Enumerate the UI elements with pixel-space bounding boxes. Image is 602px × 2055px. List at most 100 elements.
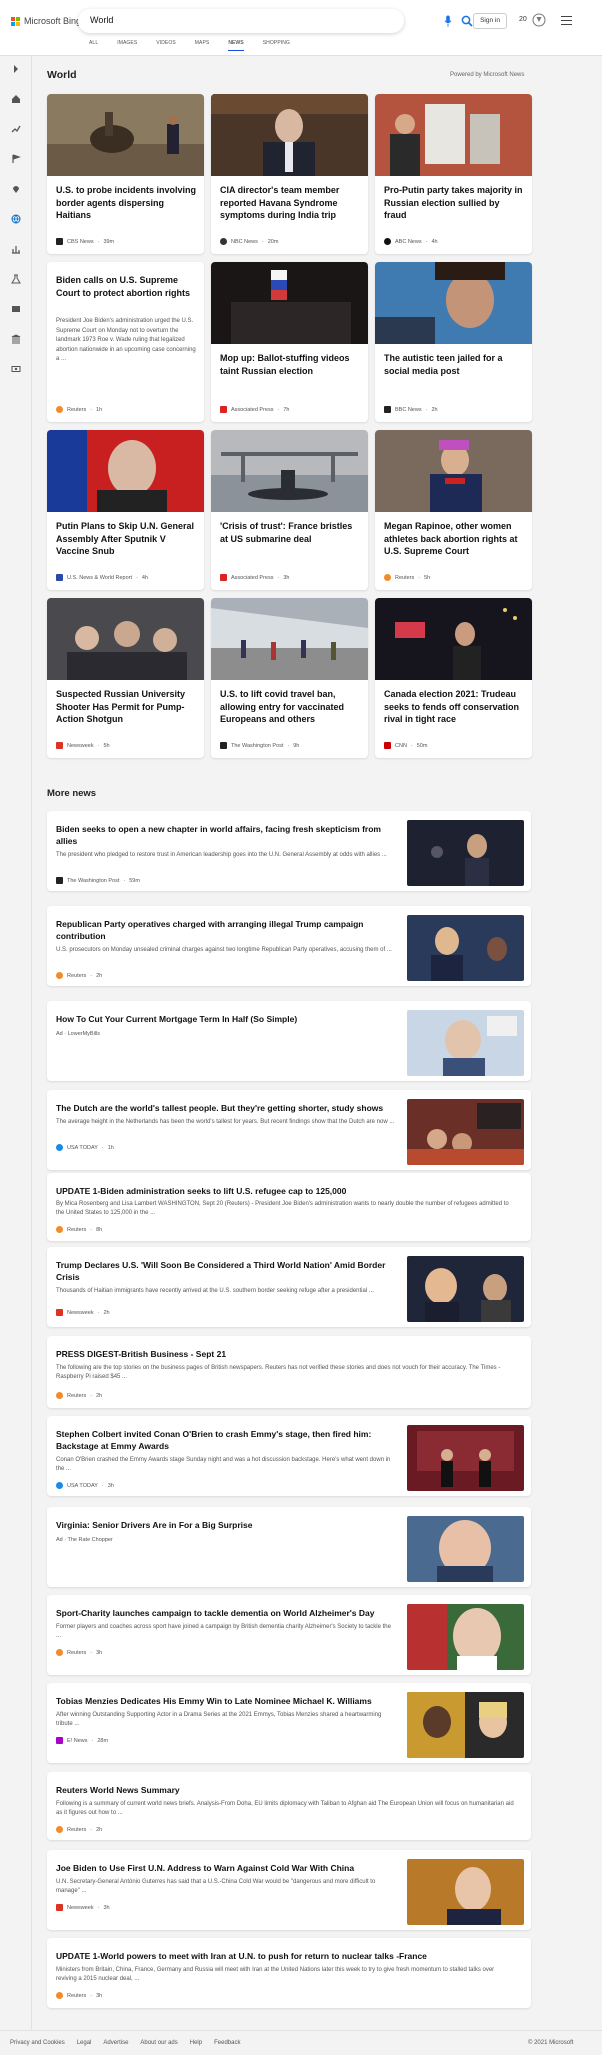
item-title[interactable]: Virginia: Senior Drivers Are in For a Bi… [56,1519,396,1531]
footer-link-feedback[interactable]: Feedback [214,2040,240,2046]
newsweek-logo-icon [56,742,63,749]
more-news-item[interactable]: Biden seeks to open a new chapter in wor… [47,811,531,891]
tab-all[interactable]: ALL [89,40,98,51]
hamburger-menu-icon[interactable] [561,16,572,25]
news-card[interactable]: Megan Rapinoe, other women athletes back… [375,430,532,590]
news-card[interactable]: Biden calls on U.S. Supreme Court to pro… [47,262,204,422]
more-news-item[interactable]: Stephen Colbert invited Conan O'Brien to… [47,1416,531,1496]
ad-item[interactable]: Virginia: Senior Drivers Are in For a Bi… [47,1507,531,1587]
footer: Privacy and Cookies Legal Advertise Abou… [0,2030,602,2055]
footer-link-help[interactable]: Help [190,2040,202,2046]
footer-link-advertise[interactable]: Advertise [103,2040,128,2046]
item-title[interactable]: Sport-Charity launches campaign to tackl… [56,1607,396,1619]
politics-icon[interactable] [11,334,21,344]
tab-shopping[interactable]: SHOPPING [263,40,290,51]
news-card[interactable]: Mop up: Ballot-stuffing videos taint Rus… [211,262,368,422]
search-icon[interactable] [461,15,473,27]
item-title[interactable]: Biden seeks to open a new chapter in wor… [56,823,396,847]
item-snippet: Following is a summary of current world … [56,1801,514,1816]
card-title[interactable]: U.S. to probe incidents involving border… [56,184,196,222]
card-title[interactable]: Suspected Russian University Shooter Has… [56,688,196,726]
entertainment-icon[interactable] [11,304,21,314]
item-title[interactable]: Trump Declares U.S. 'Will Soon Be Consid… [56,1259,396,1283]
card-source: NBC News · 20m [220,238,278,245]
item-title[interactable]: Republican Party operatives charged with… [56,918,396,942]
nbc-news-logo-icon [220,238,227,245]
card-title[interactable]: Megan Rapinoe, other women athletes back… [384,520,524,558]
item-title[interactable]: The Dutch are the world's tallest people… [56,1102,396,1114]
rewards-count[interactable]: 20 [519,16,527,23]
chart-icon[interactable] [11,244,21,254]
tab-videos[interactable]: VIDEOS [156,40,176,51]
item-title[interactable]: PRESS DIGEST-British Business - Sept 21 [56,1348,516,1360]
card-title[interactable]: Mop up: Ballot-stuffing videos taint Rus… [220,352,360,377]
tab-images[interactable]: IMAGES [117,40,137,51]
item-title[interactable]: Reuters World News Summary [56,1784,516,1796]
news-card[interactable]: U.S. to probe incidents involving border… [47,94,204,254]
news-card[interactable]: CIA director's team member reported Hava… [211,94,368,254]
search-input[interactable] [90,15,330,25]
news-card[interactable]: The autistic teen jailed for a social me… [375,262,532,422]
item-snippet: Ministers from Britain, China, France, G… [56,1967,495,1982]
sign-in-button[interactable]: Sign in [473,13,507,29]
card-title[interactable]: Putin Plans to Skip U.N. General Assembl… [56,520,196,558]
card-title[interactable]: CIA director's team member reported Hava… [220,184,360,222]
microphone-icon[interactable] [444,15,452,27]
more-news-item[interactable]: Sport-Charity launches campaign to tackl… [47,1595,531,1675]
location-pin-icon[interactable] [11,184,21,194]
item-thumbnail [407,1425,524,1491]
footer-link-privacy[interactable]: Privacy and Cookies [10,2040,65,2046]
trending-icon[interactable] [11,124,21,134]
item-title[interactable]: UPDATE 1-World powers to meet with Iran … [56,1950,516,1962]
news-card[interactable]: U.S. to lift covid travel ban, allowing … [211,598,368,758]
more-news-item[interactable]: The Dutch are the world's tallest people… [47,1090,531,1170]
news-image [211,598,368,680]
footer-link-about-ads[interactable]: About our ads [140,2040,177,2046]
more-news-item[interactable]: Joe Biden to Use First U.N. Address to W… [47,1850,531,1930]
news-image [375,262,532,344]
card-title[interactable]: The autistic teen jailed for a social me… [384,352,524,377]
more-news-item[interactable]: PRESS DIGEST-British Business - Sept 21 … [47,1336,531,1408]
more-news-item[interactable]: Republican Party operatives charged with… [47,906,531,986]
tab-news[interactable]: NEWS [228,40,244,51]
news-card[interactable]: Canada election 2021: Trudeau seeks to f… [375,598,532,758]
rewards-medal-icon[interactable] [532,13,546,27]
item-source: E! News · 28m [56,1737,108,1744]
search-tabs: ALL IMAGES VIDEOS MAPS NEWS SHOPPING [89,40,309,51]
item-title[interactable]: Tobias Menzies Dedicates His Emmy Win to… [56,1695,396,1707]
footer-links: Privacy and Cookies Legal Advertise Abou… [10,2040,252,2046]
item-title[interactable]: UPDATE 1-Biden administration seeks to l… [56,1185,516,1197]
item-snippet: By Mica Rosenberg and Lisa Lambert WASHI… [56,1201,509,1216]
home-icon[interactable] [11,94,21,104]
card-title[interactable]: Pro-Putin party takes majority in Russia… [384,184,524,222]
item-snippet: The following are the top stories on the… [56,1365,501,1380]
card-title[interactable]: U.S. to lift covid travel ban, allowing … [220,688,360,726]
item-title[interactable]: Stephen Colbert invited Conan O'Brien to… [56,1428,396,1452]
footer-link-legal[interactable]: Legal [77,2040,92,2046]
science-icon[interactable] [11,274,21,284]
card-title[interactable]: 'Crisis of trust': France bristles at US… [220,520,360,545]
more-news-item[interactable]: UPDATE 1-World powers to meet with Iran … [47,1938,531,2008]
tab-maps[interactable]: MAPS [195,40,210,51]
news-card[interactable]: Putin Plans to Skip U.N. General Assembl… [47,430,204,590]
bing-logo[interactable]: Microsoft Bing [11,16,81,26]
card-title[interactable]: Biden calls on U.S. Supreme Court to pro… [56,274,196,299]
more-news-item[interactable]: Tobias Menzies Dedicates His Emmy Win to… [47,1683,531,1763]
money-icon[interactable] [11,364,21,374]
usa-today-logo-icon [56,1482,63,1489]
expand-chevron-icon[interactable] [11,64,21,74]
more-news-item[interactable]: Trump Declares U.S. 'Will Soon Be Consid… [47,1247,531,1327]
more-news-item[interactable]: UPDATE 1-Biden administration seeks to l… [47,1173,531,1241]
globe-icon[interactable] [11,214,21,224]
item-snippet: The president who pledged to restore tru… [56,852,387,858]
news-card[interactable]: 'Crisis of trust': France bristles at US… [211,430,368,590]
ad-item[interactable]: How To Cut Your Current Mortgage Term In… [47,1001,531,1081]
more-news-item[interactable]: Reuters World News Summary Following is … [47,1772,531,1840]
card-title[interactable]: Canada election 2021: Trudeau seeks to f… [384,688,524,726]
card-source: Reuters · 5h [384,574,430,581]
flag-icon[interactable] [11,154,21,164]
news-card[interactable]: Pro-Putin party takes majority in Russia… [375,94,532,254]
item-title[interactable]: Joe Biden to Use First U.N. Address to W… [56,1862,396,1874]
item-title[interactable]: How To Cut Your Current Mortgage Term In… [56,1013,396,1025]
news-card[interactable]: Suspected Russian University Shooter Has… [47,598,204,758]
